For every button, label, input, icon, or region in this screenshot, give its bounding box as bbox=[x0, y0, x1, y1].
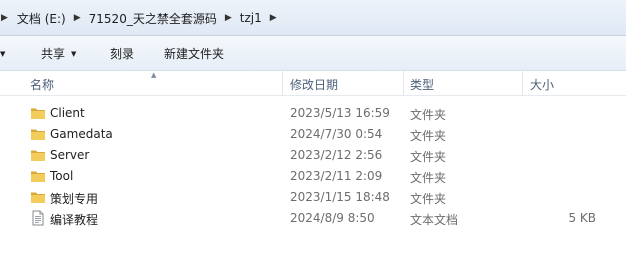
file-modified: 2023/2/11 2:09 bbox=[290, 169, 383, 183]
share-button[interactable]: 共享 ▼ bbox=[41, 45, 76, 62]
column-header-type[interactable]: 类型 bbox=[410, 76, 434, 93]
breadcrumb-current-folder[interactable]: tzj1 bbox=[240, 11, 262, 25]
column-header-size[interactable]: 大小 bbox=[530, 76, 554, 93]
file-row[interactable]: 编译教程 2024/8/9 8:50 文本文档 5 KB bbox=[0, 208, 626, 229]
file-name[interactable]: Server bbox=[50, 148, 89, 162]
breadcrumb: ▶ 文档 (E:) ▶ 71520_天之禁全套源码 ▶ tzj1 ▶ bbox=[0, 9, 285, 27]
column-divider[interactable] bbox=[522, 71, 523, 95]
column-divider[interactable] bbox=[403, 71, 404, 95]
folder-icon bbox=[31, 129, 45, 140]
file-type: 文件夹 bbox=[410, 192, 447, 206]
sort-ascending-icon: ▲ bbox=[151, 71, 157, 79]
folder-icon bbox=[31, 150, 45, 161]
new-folder-button[interactable]: 新建文件夹 bbox=[164, 45, 224, 62]
file-name[interactable]: Gamedata bbox=[50, 127, 113, 141]
file-size: 5 KB bbox=[568, 211, 596, 225]
file-name[interactable]: Client bbox=[50, 106, 85, 120]
folder-icon bbox=[31, 171, 45, 182]
breadcrumb-chevron-icon[interactable]: ▶ bbox=[217, 13, 240, 23]
breadcrumb-drive[interactable]: 文档 (E:) bbox=[17, 10, 66, 27]
file-row[interactable]: Server 2023/2/12 2:56 文件夹 bbox=[0, 145, 626, 166]
file-modified: 2023/1/15 18:48 bbox=[290, 190, 390, 204]
column-header-row: ▲ 名称 修改日期 类型 大小 bbox=[0, 71, 626, 96]
file-modified: 2023/5/13 16:59 bbox=[290, 106, 390, 120]
file-row[interactable]: Tool 2023/2/11 2:09 文件夹 bbox=[0, 166, 626, 187]
breadcrumb-chevron-icon[interactable]: ▶ bbox=[66, 13, 89, 23]
share-dropdown-arrow-icon: ▼ bbox=[71, 49, 77, 58]
file-type: 文本文档 bbox=[410, 213, 459, 227]
column-divider[interactable] bbox=[282, 71, 283, 95]
breadcrumb-folder[interactable]: 71520_天之禁全套源码 bbox=[89, 10, 217, 27]
command-toolbar: ▼ 共享 ▼ 刻录 新建文件夹 bbox=[0, 36, 626, 71]
file-name[interactable]: 策划专用 bbox=[50, 190, 98, 207]
folder-icon bbox=[31, 108, 45, 119]
breadcrumb-chevron-icon[interactable]: ▶ bbox=[262, 13, 285, 23]
file-name[interactable]: Tool bbox=[50, 169, 73, 183]
folder-icon bbox=[31, 192, 45, 203]
address-bar[interactable]: ▶ 文档 (E:) ▶ 71520_天之禁全套源码 ▶ tzj1 ▶ bbox=[0, 0, 626, 36]
text-file-icon bbox=[32, 210, 44, 226]
file-type: 文件夹 bbox=[410, 129, 447, 143]
file-row[interactable]: 策划专用 2023/1/15 18:48 文件夹 bbox=[0, 187, 626, 208]
column-header-modified[interactable]: 修改日期 bbox=[290, 76, 338, 93]
file-modified: 2024/7/30 0:54 bbox=[290, 127, 383, 141]
file-type: 文件夹 bbox=[410, 150, 447, 164]
file-modified: 2023/2/12 2:56 bbox=[290, 148, 383, 162]
burn-button[interactable]: 刻录 bbox=[110, 45, 134, 62]
breadcrumb-chevron-icon[interactable]: ▶ bbox=[0, 13, 17, 23]
file-name[interactable]: 编译教程 bbox=[50, 211, 98, 228]
share-label: 共享 bbox=[41, 47, 66, 61]
column-header-name[interactable]: 名称 bbox=[30, 76, 54, 93]
organize-dropdown-arrow-icon[interactable]: ▼ bbox=[0, 45, 5, 62]
file-type: 文件夹 bbox=[410, 171, 447, 185]
file-row[interactable]: Client 2023/5/13 16:59 文件夹 bbox=[0, 103, 626, 124]
file-type: 文件夹 bbox=[410, 108, 447, 122]
file-row[interactable]: Gamedata 2024/7/30 0:54 文件夹 bbox=[0, 124, 626, 145]
file-modified: 2024/8/9 8:50 bbox=[290, 211, 375, 225]
